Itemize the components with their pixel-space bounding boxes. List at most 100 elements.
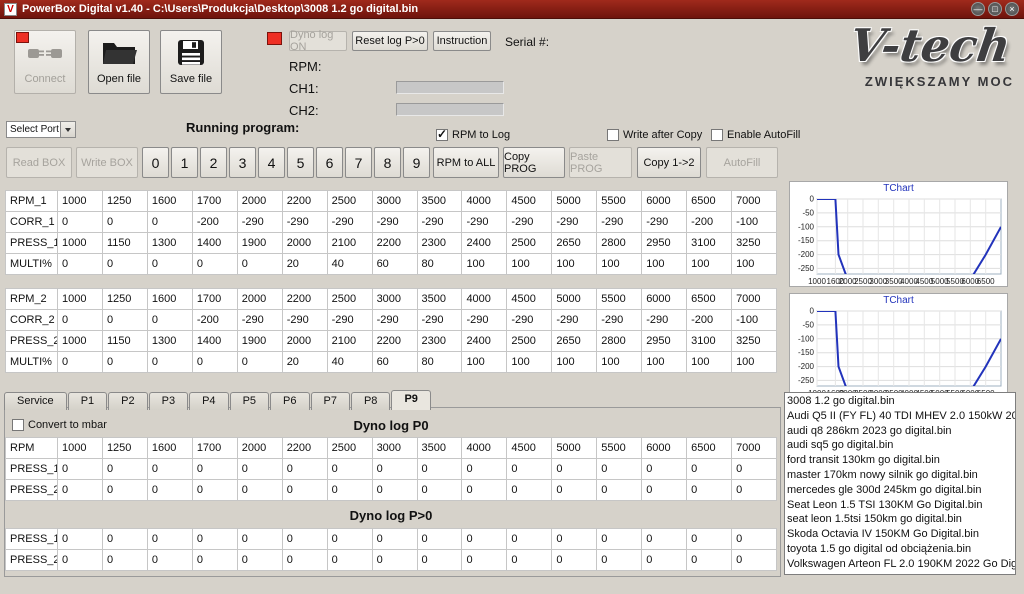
table-cell[interactable]: 0 xyxy=(642,480,687,501)
table-cell[interactable]: 3250 xyxy=(732,233,777,254)
tab-p3[interactable]: P3 xyxy=(149,392,188,410)
table-cell[interactable]: 1000 xyxy=(58,191,103,212)
table-cell[interactable]: 0 xyxy=(58,529,103,550)
table-cell[interactable]: -290 xyxy=(462,212,507,233)
table-cell[interactable]: 0 xyxy=(507,550,552,571)
table-cell[interactable]: 2400 xyxy=(462,331,507,352)
table-cell[interactable]: 5500 xyxy=(597,438,642,459)
table-cell[interactable]: 0 xyxy=(192,529,237,550)
table-cell[interactable]: 0 xyxy=(732,480,777,501)
table-cell[interactable]: 0 xyxy=(462,459,507,480)
digit-button-8[interactable]: 8 xyxy=(374,147,401,178)
digit-button-3[interactable]: 3 xyxy=(229,147,256,178)
copy-prog-button[interactable]: Copy PROG xyxy=(503,147,565,178)
file-list-item[interactable]: audi q8 286km 2023 go digital.bin xyxy=(787,424,1015,439)
table-cell[interactable]: 1900 xyxy=(237,233,282,254)
table-cell[interactable]: 0 xyxy=(192,550,237,571)
table-cell[interactable]: 3100 xyxy=(687,331,732,352)
table-cell[interactable]: 2200 xyxy=(282,438,327,459)
table-cell[interactable]: -290 xyxy=(642,212,687,233)
table-cell[interactable]: 4000 xyxy=(462,289,507,310)
table-cell[interactable]: 0 xyxy=(552,550,597,571)
autofill-button[interactable]: AutoFill xyxy=(706,147,778,178)
table-cell[interactable]: 3500 xyxy=(417,191,462,212)
table-cell[interactable]: 1000 xyxy=(58,438,103,459)
table-cell[interactable]: 1000 xyxy=(58,233,103,254)
table-cell[interactable]: 1400 xyxy=(192,233,237,254)
table-cell[interactable]: 6500 xyxy=(687,289,732,310)
table-cell[interactable]: 0 xyxy=(552,459,597,480)
table-cell[interactable]: 0 xyxy=(327,480,372,501)
table-cell[interactable]: 0 xyxy=(58,480,103,501)
table-cell[interactable]: 0 xyxy=(552,480,597,501)
table-cell[interactable]: -290 xyxy=(417,212,462,233)
table-cell[interactable]: 0 xyxy=(237,459,282,480)
table-cell[interactable]: 0 xyxy=(147,459,192,480)
table-cell[interactable]: 0 xyxy=(282,550,327,571)
tab-p7[interactable]: P7 xyxy=(311,392,350,410)
table-cell[interactable]: 0 xyxy=(237,529,282,550)
table-cell[interactable]: 100 xyxy=(462,352,507,373)
table-cell[interactable]: 1300 xyxy=(147,331,192,352)
table-cell[interactable]: 0 xyxy=(58,352,103,373)
table-cell[interactable]: 2650 xyxy=(552,331,597,352)
table-cell[interactable]: 1900 xyxy=(237,331,282,352)
table-cell[interactable]: 0 xyxy=(282,459,327,480)
table-cell[interactable]: -290 xyxy=(372,212,417,233)
table-cell[interactable]: 3000 xyxy=(372,289,417,310)
file-list-item[interactable]: Volkswagen Arteon FL 2.0 190KM 2022 Go D… xyxy=(787,557,1015,572)
table-cell[interactable]: 0 xyxy=(687,529,732,550)
table-cell[interactable]: 2300 xyxy=(417,233,462,254)
checkbox-box[interactable] xyxy=(607,129,619,141)
table-cell[interactable]: 2950 xyxy=(642,233,687,254)
table-cell[interactable]: 5500 xyxy=(597,289,642,310)
table-cell[interactable]: 3500 xyxy=(417,438,462,459)
table-cell[interactable]: -290 xyxy=(417,310,462,331)
table-cell[interactable]: 60 xyxy=(372,254,417,275)
table-cell[interactable]: 0 xyxy=(147,550,192,571)
table-cell[interactable]: 0 xyxy=(597,550,642,571)
table-cell[interactable]: 0 xyxy=(147,529,192,550)
file-list-item[interactable]: audi sq5 go digital.bin xyxy=(787,438,1015,453)
tab-p9[interactable]: P9 xyxy=(391,390,430,410)
digit-button-0[interactable]: 0 xyxy=(142,147,169,178)
write-after-copy-checkbox[interactable]: Write after Copy xyxy=(607,129,702,141)
table-cell[interactable]: -290 xyxy=(507,310,552,331)
tab-p6[interactable]: P6 xyxy=(270,392,309,410)
reset-log-button[interactable]: Reset log P>0 xyxy=(352,31,428,51)
table-cell[interactable]: 0 xyxy=(58,459,103,480)
rpm-to-all-button[interactable]: RPM to ALL xyxy=(433,147,499,178)
copy-1-to-2-button[interactable]: Copy 1->2 xyxy=(637,147,701,178)
table-cell[interactable]: -200 xyxy=(687,310,732,331)
table-cell[interactable]: 2500 xyxy=(327,438,372,459)
table-cell[interactable]: 4500 xyxy=(507,438,552,459)
table-cell[interactable]: 0 xyxy=(462,480,507,501)
table-cell[interactable]: 0 xyxy=(462,529,507,550)
tab-p2[interactable]: P2 xyxy=(108,392,147,410)
table-cell[interactable]: 5000 xyxy=(552,438,597,459)
table-cell[interactable]: -290 xyxy=(282,212,327,233)
table-cell[interactable]: 5000 xyxy=(552,289,597,310)
table-cell[interactable]: 20 xyxy=(282,352,327,373)
table-cell[interactable]: 0 xyxy=(282,529,327,550)
table-cell[interactable]: 0 xyxy=(327,529,372,550)
tab-p8[interactable]: P8 xyxy=(351,392,390,410)
table-cell[interactable]: 0 xyxy=(58,212,103,233)
table-cell[interactable]: 0 xyxy=(147,254,192,275)
digit-button-2[interactable]: 2 xyxy=(200,147,227,178)
table-cell[interactable]: 0 xyxy=(102,212,147,233)
table-cell[interactable]: 0 xyxy=(417,550,462,571)
table-cell[interactable]: 1700 xyxy=(192,438,237,459)
table-cell[interactable]: 2200 xyxy=(372,233,417,254)
chevron-down-icon[interactable] xyxy=(60,122,75,137)
table-cell[interactable]: 7000 xyxy=(732,289,777,310)
table-cell[interactable]: 0 xyxy=(147,480,192,501)
table-cell[interactable]: 100 xyxy=(687,254,732,275)
select-port-dropdown[interactable]: Select Port xyxy=(6,121,76,138)
table-cell[interactable]: 0 xyxy=(58,310,103,331)
table-cell[interactable]: 0 xyxy=(732,529,777,550)
minimize-button[interactable]: — xyxy=(971,2,985,16)
table-cell[interactable]: -290 xyxy=(327,212,372,233)
table-cell[interactable]: 1600 xyxy=(147,438,192,459)
close-button[interactable]: × xyxy=(1005,2,1019,16)
